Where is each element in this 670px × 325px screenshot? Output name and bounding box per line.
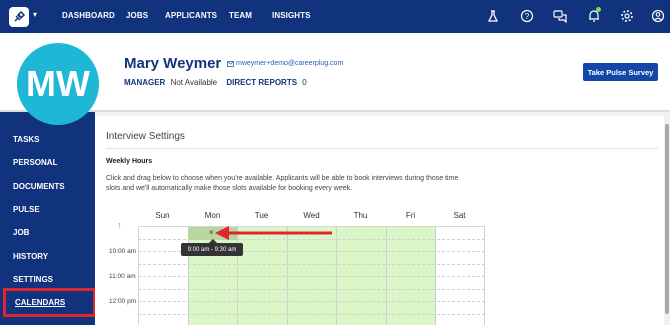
- direct-reports-label: DIRECT REPORTS: [226, 78, 298, 87]
- gear-icon[interactable]: [620, 9, 634, 23]
- sidebar-item-settings[interactable]: SETTINGS: [13, 275, 53, 284]
- nav-team[interactable]: TEAM: [229, 11, 252, 20]
- day-header-thu: Thu: [353, 211, 368, 220]
- grid-row-line: [138, 276, 485, 277]
- time-slot-tooltip: 9:00 am - 9:30 am: [181, 239, 243, 256]
- sidebar-item-history[interactable]: HISTORY: [13, 252, 48, 261]
- sidebar-item-documents[interactable]: DOCUMENTS: [13, 182, 65, 191]
- avatar-initials: MW: [26, 63, 90, 104]
- nav-dashboard[interactable]: DASHBOARD: [62, 11, 115, 20]
- time-label-12pm: 12:00 pm: [109, 298, 137, 305]
- top-navigation: ▾ DASHBOARD JOBS APPLICANTS TEAM INSIGHT…: [0, 0, 670, 33]
- manager-value: Not Available: [170, 78, 218, 87]
- page-title: Interview Settings: [106, 131, 185, 142]
- sidebar-item-job[interactable]: JOB: [13, 228, 29, 237]
- day-header-tue: Tue: [254, 211, 269, 220]
- profile-header: [0, 33, 670, 112]
- sidebar-item-personal[interactable]: PERSONAL: [13, 158, 57, 167]
- mail-icon: [227, 61, 234, 67]
- profile-name: Mary Weymer: [124, 55, 222, 72]
- flask-icon[interactable]: [486, 9, 500, 23]
- grid-row-line: [138, 289, 485, 290]
- day-header-sun: Sun: [155, 211, 170, 220]
- time-label-11am: 11:00 am: [109, 273, 136, 280]
- nav-insights[interactable]: INSIGHTS: [272, 11, 311, 20]
- chat-icon[interactable]: [553, 9, 567, 23]
- scrollbar-thumb[interactable]: [665, 124, 669, 314]
- day-header-mon: Mon: [204, 211, 221, 220]
- divider: [106, 148, 658, 149]
- scroll-up-arrow-icon[interactable]: ↑: [117, 220, 122, 230]
- section-description: Click and drag below to choose when you'…: [106, 175, 459, 192]
- svg-text:?: ?: [525, 12, 530, 21]
- sidebar-item-pulse[interactable]: PULSE: [13, 205, 40, 214]
- grid-row-line: [138, 314, 485, 315]
- take-pulse-survey-button[interactable]: Take Pulse Survey: [583, 63, 658, 81]
- day-header-sat: Sat: [453, 211, 466, 220]
- chevron-down-icon[interactable]: ▾: [33, 10, 37, 19]
- manager-label: MANAGER: [124, 78, 166, 87]
- grid-row-line: [138, 301, 485, 302]
- time-label-10am: 10:00 am: [109, 248, 137, 255]
- red-arrow-annotation-icon: [215, 226, 332, 240]
- sidebar-item-tasks[interactable]: TASKS: [13, 135, 40, 144]
- profile-email[interactable]: mweymer+demo@careerplug.com: [236, 60, 343, 67]
- nav-applicants[interactable]: APPLICANTS: [165, 11, 217, 20]
- sidebar-item-calendars[interactable]: CALENDARS: [15, 298, 65, 307]
- user-icon[interactable]: [651, 9, 665, 23]
- notification-dot: [596, 7, 601, 12]
- day-header-fri: Fri: [405, 211, 416, 220]
- nav-jobs[interactable]: JOBS: [126, 11, 148, 20]
- remove-slot-icon[interactable]: ×: [209, 228, 214, 237]
- profile-meta: MANAGER Not Available DIRECT REPORTS 0: [124, 78, 307, 87]
- avatar: MW: [17, 43, 99, 125]
- help-icon[interactable]: ?: [520, 9, 534, 23]
- day-header-wed: Wed: [303, 211, 320, 220]
- careerplug-logo[interactable]: [9, 7, 29, 27]
- direct-reports-value: 0: [302, 78, 307, 87]
- section-title: Weekly Hours: [106, 158, 153, 165]
- grid-row-line: [138, 264, 485, 265]
